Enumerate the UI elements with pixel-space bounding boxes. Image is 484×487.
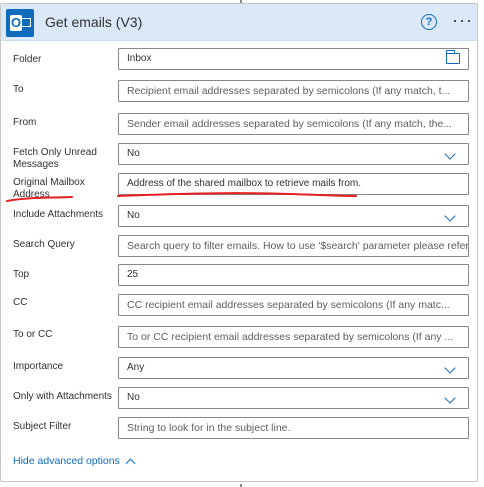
annotation-underline-label <box>6 192 357 202</box>
